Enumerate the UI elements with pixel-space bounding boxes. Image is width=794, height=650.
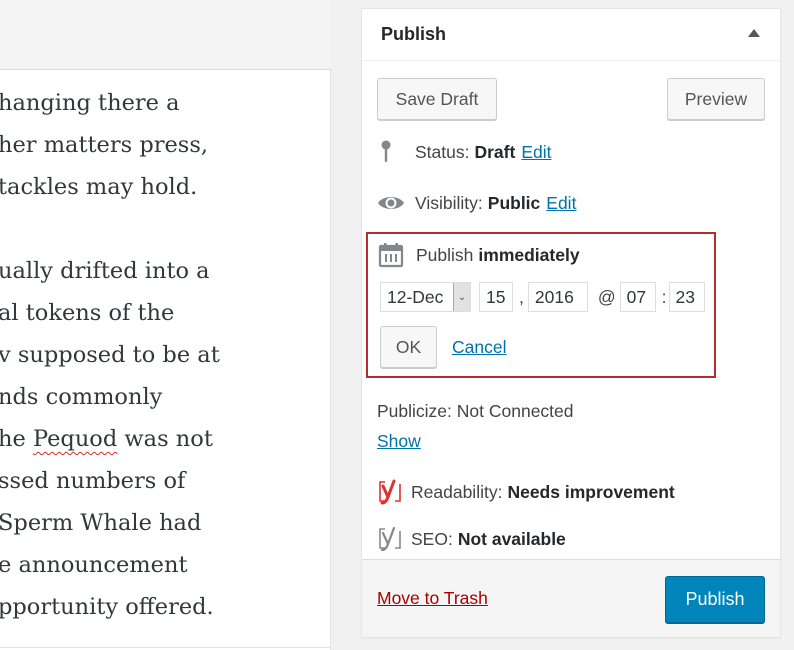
readability-label: Readability: [411,481,503,502]
editor-divider [0,647,331,648]
publish-metabox-header[interactable]: Publish [362,9,780,61]
editor-toolbar-area [0,0,331,70]
text-line: e announcement [0,552,188,578]
show-publicize-link[interactable]: Show [377,431,421,452]
chevron-down-icon[interactable]: ⌄ [453,283,470,311]
status-value: Draft [474,141,516,162]
schedule-heading: Publish immediately [378,242,580,268]
text-fragment: was not [117,426,213,452]
yoast-readability-icon [377,479,403,505]
publish-schedule-panel: Publish immediately 12-Dec ⌄ 15 , 2016 @… [366,232,716,378]
year-input[interactable]: 2016 [527,282,588,312]
at-separator: @ [597,286,616,307]
edit-visibility-link[interactable]: Edit [546,193,576,214]
date-time-fields: 12-Dec ⌄ 15 , 2016 @ 07 : 23 [380,282,705,312]
seo-row: SEO: Not available [377,526,566,552]
text-line: Sperm Whale had [0,510,202,536]
text-line: tackles may hold. [0,174,198,200]
text-line: ssed numbers of [0,468,186,494]
post-body-text[interactable]: hanging there a her matters press, tackl… [0,82,330,628]
edit-status-link[interactable]: Edit [521,142,551,163]
comma-separator: , [519,286,524,307]
text-line: he Pequod was not [0,418,330,460]
publish-metabox: Publish Save Draft Preview Status: Draft… [361,8,781,638]
text-line: ually drifted into a [0,258,210,284]
month-value: 12-Dec [387,286,444,307]
post-content-editor[interactable]: hanging there a her matters press, tackl… [0,70,331,650]
readability-row: Readability: Needs improvement [377,479,675,505]
status-row: Status: Draft Edit [377,139,551,165]
schedule-label: Publish [416,244,474,265]
text-line: hanging there a [0,90,180,116]
text-line: v supposed to be at [0,342,220,368]
seo-label: SEO: [411,528,453,549]
visibility-label: Visibility: [415,192,483,213]
colon-separator: : [661,286,667,307]
calendar-icon [378,242,406,268]
publicize-status: Publicize: Not Connected [377,401,574,421]
preview-button[interactable]: Preview [667,78,765,120]
hour-input[interactable]: 07 [619,282,656,312]
readability-value: Needs improvement [507,481,675,502]
text-line: her matters press, [0,132,209,158]
text-line: nds commonly [0,384,163,410]
day-input[interactable]: 15 [479,282,513,312]
minute-input[interactable]: 23 [668,282,705,312]
status-label: Status: [415,141,470,162]
metabox-title: Publish [381,24,447,44]
cancel-link[interactable]: Cancel [452,337,506,358]
triangle-up-icon[interactable] [748,29,760,37]
ok-button[interactable]: OK [380,326,437,368]
publicize-show-row: Show [377,431,421,452]
save-draft-button[interactable]: Save Draft [377,78,497,120]
move-to-trash-link[interactable]: Move to Trash [377,588,488,609]
major-publishing-actions: Move to Trash Publish [362,559,780,637]
text-line: al tokens of the [0,300,175,326]
publish-button[interactable]: Publish [665,576,765,623]
pin-icon [377,139,405,165]
eye-icon [377,190,405,216]
text-fragment: he [0,426,33,452]
misspelled-word[interactable]: Pequod [33,426,117,452]
seo-value: Not available [457,528,566,549]
month-select[interactable]: 12-Dec ⌄ [380,282,471,312]
schedule-value: immediately [478,244,580,265]
text-line: pportunity offered. [0,594,214,620]
visibility-row: Visibility: Public Edit [377,190,576,216]
yoast-seo-icon [377,526,403,552]
visibility-value: Public [487,192,541,213]
